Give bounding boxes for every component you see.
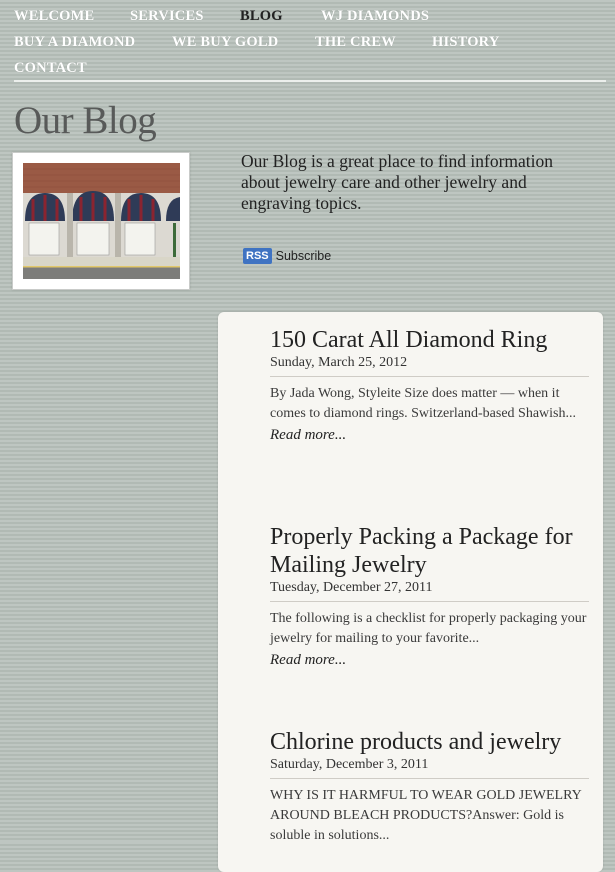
nav-item-we-buy-gold[interactable]: WE BUY GOLD [172, 34, 278, 51]
nav-item-blog[interactable]: BLOG [240, 8, 283, 25]
read-more-link[interactable]: Read more... [270, 427, 590, 444]
post-date: Sunday, March 25, 2012 [270, 355, 589, 377]
blog-post: 150 Carat All Diamond Ring Sunday, March… [270, 326, 590, 444]
rss-subscribe-link[interactable]: RSS Subscribe [243, 248, 331, 264]
nav-item-buy-a-diamond[interactable]: BUY A DIAMOND [14, 34, 135, 51]
nav-item-contact[interactable]: CONTACT [14, 60, 87, 77]
blog-intro-text: Our Blog is a great place to find inform… [241, 151, 554, 213]
main-nav: WELCOME SERVICES BLOG WJ DIAMONDS BUY A … [0, 0, 615, 82]
storefront-photo-frame [12, 152, 190, 290]
read-more-link[interactable]: Read more... [270, 652, 590, 669]
storefront-photo [23, 163, 180, 279]
blog-post: Chlorine products and jewelry Saturday, … [270, 728, 590, 846]
post-title-link[interactable]: Chlorine products and jewelry [270, 728, 590, 756]
page-title: Our Blog [14, 99, 157, 142]
nav-item-history[interactable]: HISTORY [432, 34, 500, 51]
post-title-link[interactable]: Properly Packing a Package for Mailing J… [270, 523, 590, 579]
post-date: Tuesday, December 27, 2011 [270, 580, 589, 602]
rss-subscribe-label: Subscribe [275, 249, 332, 263]
post-date: Saturday, December 3, 2011 [270, 757, 589, 779]
nav-item-the-crew[interactable]: THE CREW [315, 34, 396, 51]
post-title-link[interactable]: 150 Carat All Diamond Ring [270, 326, 590, 354]
post-excerpt: By Jada Wong, Styleite Size does matter … [270, 386, 577, 421]
post-excerpt: WHY IS IT HARMFUL TO WEAR GOLD JEWELRY A… [270, 788, 582, 843]
nav-item-welcome[interactable]: WELCOME [14, 8, 94, 25]
nav-item-wj-diamonds[interactable]: WJ DIAMONDS [321, 8, 429, 25]
nav-item-services[interactable]: SERVICES [130, 8, 204, 25]
nav-divider [14, 80, 606, 82]
post-excerpt: The following is a checklist for properl… [270, 611, 587, 646]
blog-posts-panel: 150 Carat All Diamond Ring Sunday, March… [218, 312, 603, 872]
rss-icon: RSS [243, 248, 272, 264]
blog-post: Properly Packing a Package for Mailing J… [270, 523, 590, 669]
